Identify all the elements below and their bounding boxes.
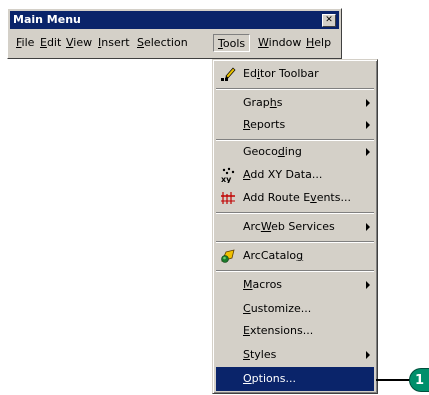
menu-separator [216,88,374,90]
menu-item-extensions[interactable]: Extensions... [216,319,374,343]
menu-item-arccatalog[interactable]: ArcCatalog [216,244,374,268]
menu-edit[interactable]: Edit [36,34,65,52]
close-icon[interactable]: ✕ [322,14,336,27]
menu-item-add-xy-data[interactable]: xy Add XY Data... [216,163,374,187]
callout-number-badge: 1 [409,368,429,392]
menu-view[interactable]: View [62,34,96,52]
submenu-arrow-icon [366,281,370,289]
menu-separator [216,212,374,214]
menu-item-customize[interactable]: Customize... [216,297,374,321]
window-titlebar: Main Menu ✕ [10,11,339,29]
submenu-arrow-icon [366,351,370,359]
main-menu-window: Main Menu ✕ File Edit View Insert Select… [7,8,342,59]
menu-selection[interactable]: Selection [133,34,192,52]
menu-item-geocoding[interactable]: Geocoding [216,140,374,164]
route-events-icon [221,192,235,204]
menu-item-macros[interactable]: Macros [216,273,374,297]
menu-separator [216,270,374,272]
submenu-arrow-icon [366,148,370,156]
menu-item-styles[interactable]: Styles [216,343,374,367]
menu-item-graphs[interactable]: Graphs [216,91,374,115]
menu-item-editor-toolbar[interactable]: Editor Toolbar [216,62,374,86]
menu-file[interactable]: File [12,34,38,52]
submenu-arrow-icon [366,223,370,231]
menu-item-reports[interactable]: Reports [216,113,374,137]
callout-leader-line [376,379,410,381]
submenu-arrow-icon [366,121,370,129]
xy-data-icon: xy [221,167,235,183]
editor-icon [221,67,236,81]
menu-window[interactable]: Window [254,34,305,52]
window-title: Main Menu [13,13,81,26]
tools-dropdown-menu: Editor Toolbar Graphs Reports Geocoding … [212,59,378,394]
menu-item-options[interactable]: Options... [216,367,374,391]
menu-bar: File Edit View Insert Selection Tools Wi… [10,32,339,54]
menu-tools[interactable]: Tools [213,34,251,52]
menu-help[interactable]: Help [302,34,335,52]
menu-item-add-route-events[interactable]: Add Route Events... [216,186,374,210]
submenu-arrow-icon [366,99,370,107]
menu-item-arcweb-services[interactable]: ArcWeb Services [216,215,374,239]
menu-separator [216,241,374,243]
menu-insert[interactable]: Insert [94,34,134,52]
svg-text:xy: xy [221,175,232,183]
arccatalog-icon [221,249,235,263]
